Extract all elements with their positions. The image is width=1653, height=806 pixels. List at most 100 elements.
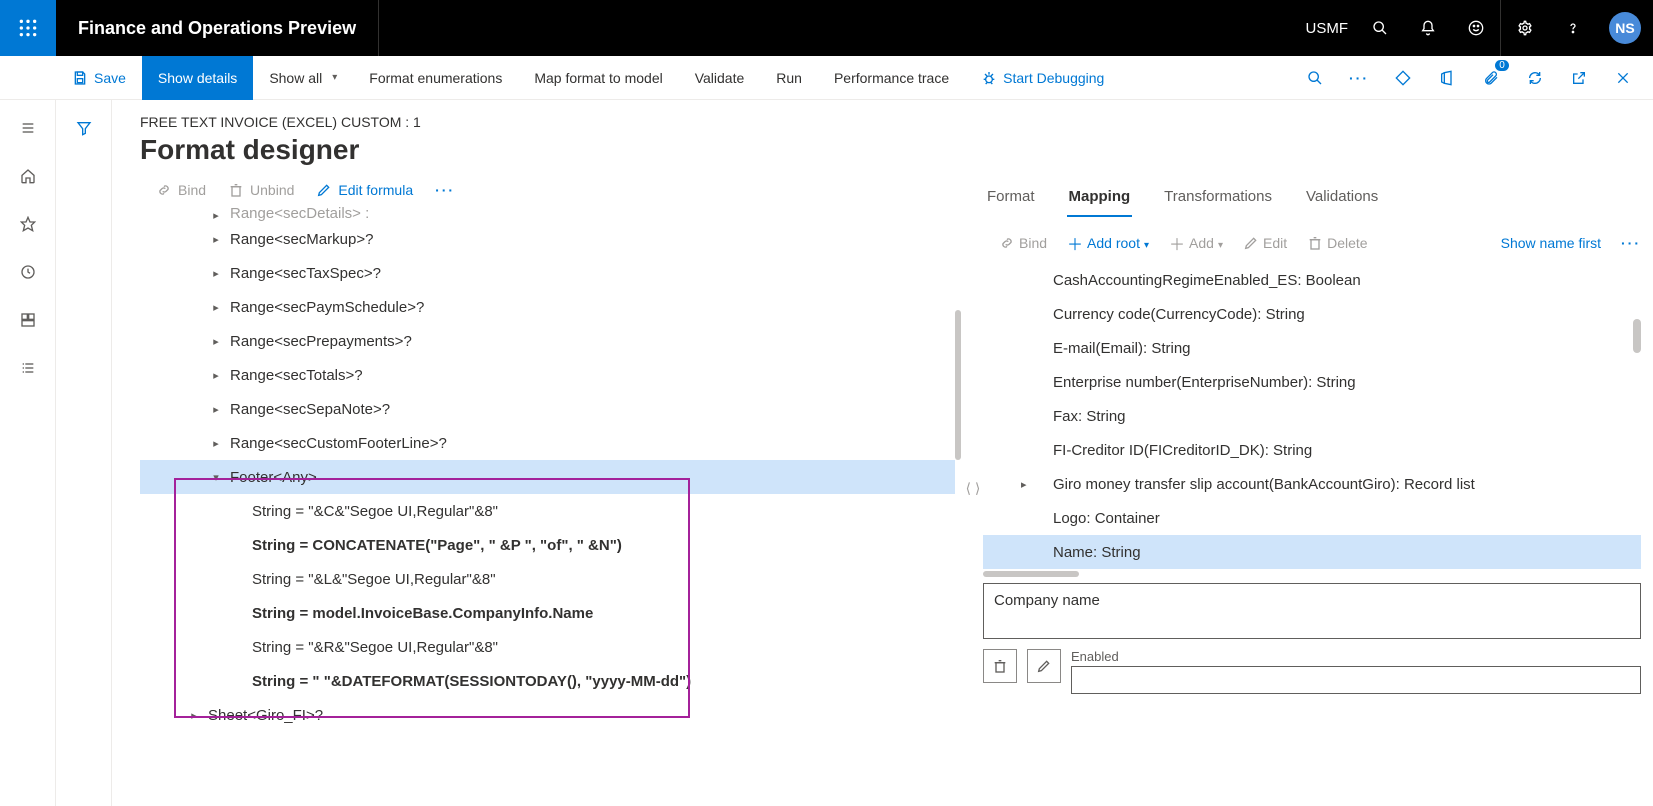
help-icon[interactable] xyxy=(1549,0,1597,56)
tab-transformations[interactable]: Transformations xyxy=(1162,178,1274,217)
tree-toggle-icon[interactable]: ▸ xyxy=(208,369,224,382)
map-edit-button[interactable]: Edit xyxy=(1243,235,1287,251)
diamond-icon[interactable] xyxy=(1381,56,1425,100)
map-row[interactable]: Logo: Container xyxy=(983,501,1641,535)
tree-toggle-icon[interactable]: ▸ xyxy=(208,233,224,246)
bell-icon[interactable] xyxy=(1404,0,1452,56)
tab-format[interactable]: Format xyxy=(985,178,1037,217)
add-root-button[interactable]: ＋ Add root xyxy=(1067,231,1149,255)
map-add-button[interactable]: ＋ Add xyxy=(1169,231,1223,255)
map-row[interactable]: E-mail(Email): String xyxy=(983,331,1641,365)
tree-toggle-icon[interactable]: ▸ xyxy=(186,709,202,722)
tree-row[interactable]: String = model.InvoiceBase.CompanyInfo.N… xyxy=(140,596,955,630)
star-icon[interactable] xyxy=(16,212,40,236)
tree-row[interactable]: ▸Range<secPrepayments>? xyxy=(140,324,955,358)
tree-row[interactable]: ▸Range<secCustomFooterLine>? xyxy=(140,426,955,460)
pane-splitter[interactable]: ⟨ ⟩ xyxy=(963,170,983,806)
map-row[interactable]: CashAccountingRegimeEnabled_ES: Boolean xyxy=(983,263,1641,297)
open-new-window-icon[interactable] xyxy=(1557,56,1601,100)
tree-toggle-icon[interactable]: ▸ xyxy=(208,403,224,416)
tree-row-label: String = model.InvoiceBase.CompanyInfo.N… xyxy=(246,605,593,622)
map-format-button[interactable]: Map format to model xyxy=(518,56,678,100)
app-launcher-icon[interactable] xyxy=(0,0,56,56)
smiley-icon[interactable] xyxy=(1452,0,1500,56)
tab-validations[interactable]: Validations xyxy=(1304,178,1380,217)
format-enumerations-button[interactable]: Format enumerations xyxy=(353,56,518,100)
tree-row[interactable]: ▸Range<secTaxSpec>? xyxy=(140,256,955,290)
office-icon[interactable] xyxy=(1425,56,1469,100)
tab-mapping[interactable]: Mapping xyxy=(1067,178,1133,217)
tree-toggle-icon[interactable]: ▸ xyxy=(208,209,224,222)
map-row[interactable]: Fax: String xyxy=(983,399,1641,433)
tree-toggle-icon[interactable]: ▸ xyxy=(208,267,224,280)
map-delete-button[interactable]: Delete xyxy=(1307,235,1367,251)
hamburger-icon[interactable] xyxy=(16,116,40,140)
map-row[interactable]: Currency code(CurrencyCode): String xyxy=(983,297,1641,331)
gear-icon[interactable] xyxy=(1501,0,1549,56)
edit-formula-button[interactable]: Edit formula xyxy=(316,182,413,198)
performance-trace-button[interactable]: Performance trace xyxy=(818,56,965,100)
trash-mini-button[interactable] xyxy=(983,649,1017,683)
tree-toggle-icon[interactable]: ▸ xyxy=(208,437,224,450)
tree-toggle-icon[interactable]: ▾ xyxy=(208,471,224,484)
map-row[interactable]: ▸Giro money transfer slip account(BankAc… xyxy=(983,467,1641,501)
search-icon[interactable] xyxy=(1356,0,1404,56)
home-icon[interactable] xyxy=(16,164,40,188)
unbind-button[interactable]: Unbind xyxy=(228,182,294,198)
save-label: Save xyxy=(94,70,126,86)
map-row[interactable]: Enterprise number(EnterpriseNumber): Str… xyxy=(983,365,1641,399)
tree-row[interactable]: String = "&R&"Segoe UI,Regular"&8" xyxy=(140,630,955,664)
map-overflow-icon[interactable]: ··· xyxy=(1621,235,1641,251)
validate-button[interactable]: Validate xyxy=(679,56,761,100)
edit-mini-button[interactable] xyxy=(1027,649,1061,683)
tree-row[interactable]: String = "&C&"Segoe UI,Regular"&8" xyxy=(140,494,955,528)
show-all-button[interactable]: Show all xyxy=(253,56,353,100)
refresh-icon[interactable] xyxy=(1513,56,1557,100)
map-scrollbar[interactable] xyxy=(1633,319,1641,353)
format-tree[interactable]: ▸Range<secDetails> :▸Range<secMarkup>?▸R… xyxy=(140,206,955,806)
bind-button[interactable]: Bind xyxy=(156,182,206,198)
company-picker[interactable]: USMF xyxy=(1298,0,1357,56)
tree-row[interactable]: ▸Sheet<Giro_FI>? xyxy=(140,698,955,732)
tree-row[interactable]: ▸Range<secSepaNote>? xyxy=(140,392,955,426)
tree-row[interactable]: ▸Range<secPaymSchedule>? xyxy=(140,290,955,324)
tree-row[interactable]: ▸Range<secMarkup>? xyxy=(140,222,955,256)
search-command-icon[interactable] xyxy=(1293,56,1337,100)
run-button[interactable]: Run xyxy=(760,56,818,100)
command-bar: Save Show details Show all Format enumer… xyxy=(0,56,1653,100)
tree-overflow-icon[interactable]: ··· xyxy=(435,182,455,198)
map-row[interactable]: Name: String xyxy=(983,535,1641,569)
map-toggle-icon[interactable]: ▸ xyxy=(1021,478,1027,491)
workspace-icon[interactable] xyxy=(16,308,40,332)
close-icon[interactable] xyxy=(1601,56,1645,100)
right-tabs: Format Mapping Transformations Validatio… xyxy=(983,170,1641,217)
tree-row-label: Range<secTotals>? xyxy=(224,367,363,384)
tree-toggle-icon[interactable]: ▸ xyxy=(208,301,224,314)
tree-scrollbar[interactable] xyxy=(955,170,963,806)
start-debugging-button[interactable]: Start Debugging xyxy=(965,56,1120,100)
tree-row[interactable]: String = CONCATENATE("Page", " &P ", "of… xyxy=(140,528,955,562)
show-details-button[interactable]: Show details xyxy=(142,56,253,100)
save-button[interactable]: Save xyxy=(56,56,142,100)
divider xyxy=(378,0,379,56)
map-h-scrollbar[interactable] xyxy=(983,571,1079,577)
map-bind-button[interactable]: Bind xyxy=(999,235,1047,251)
filter-icon[interactable] xyxy=(72,116,96,140)
user-avatar[interactable]: NS xyxy=(1609,12,1641,44)
show-name-first-button[interactable]: Show name first xyxy=(1501,235,1601,251)
tree-row[interactable]: String = "&L&"Segoe UI,Regular"&8" xyxy=(140,562,955,596)
overflow-icon[interactable]: ··· xyxy=(1337,56,1381,100)
modules-icon[interactable] xyxy=(16,356,40,380)
attachments-icon[interactable]: 0 xyxy=(1469,56,1513,100)
map-row[interactable]: FI-Creditor ID(FICreditorID_DK): String xyxy=(983,433,1641,467)
tree-row[interactable]: ▸Range<secDetails> : xyxy=(140,206,955,222)
enabled-field[interactable] xyxy=(1071,666,1641,694)
tree-row[interactable]: String = " "&DATEFORMAT(SESSIONTODAY(), … xyxy=(140,664,955,698)
clock-icon[interactable] xyxy=(16,260,40,284)
chevron-down-icon xyxy=(1218,235,1223,251)
tree-row[interactable]: ▾Footer<Any> xyxy=(140,460,955,494)
tree-toggle-icon[interactable]: ▸ xyxy=(208,335,224,348)
mapping-tree[interactable]: CashAccountingRegimeEnabled_ES: BooleanC… xyxy=(983,263,1641,569)
tree-row-label: Range<secCustomFooterLine>? xyxy=(224,435,447,452)
tree-row[interactable]: ▸Range<secTotals>? xyxy=(140,358,955,392)
